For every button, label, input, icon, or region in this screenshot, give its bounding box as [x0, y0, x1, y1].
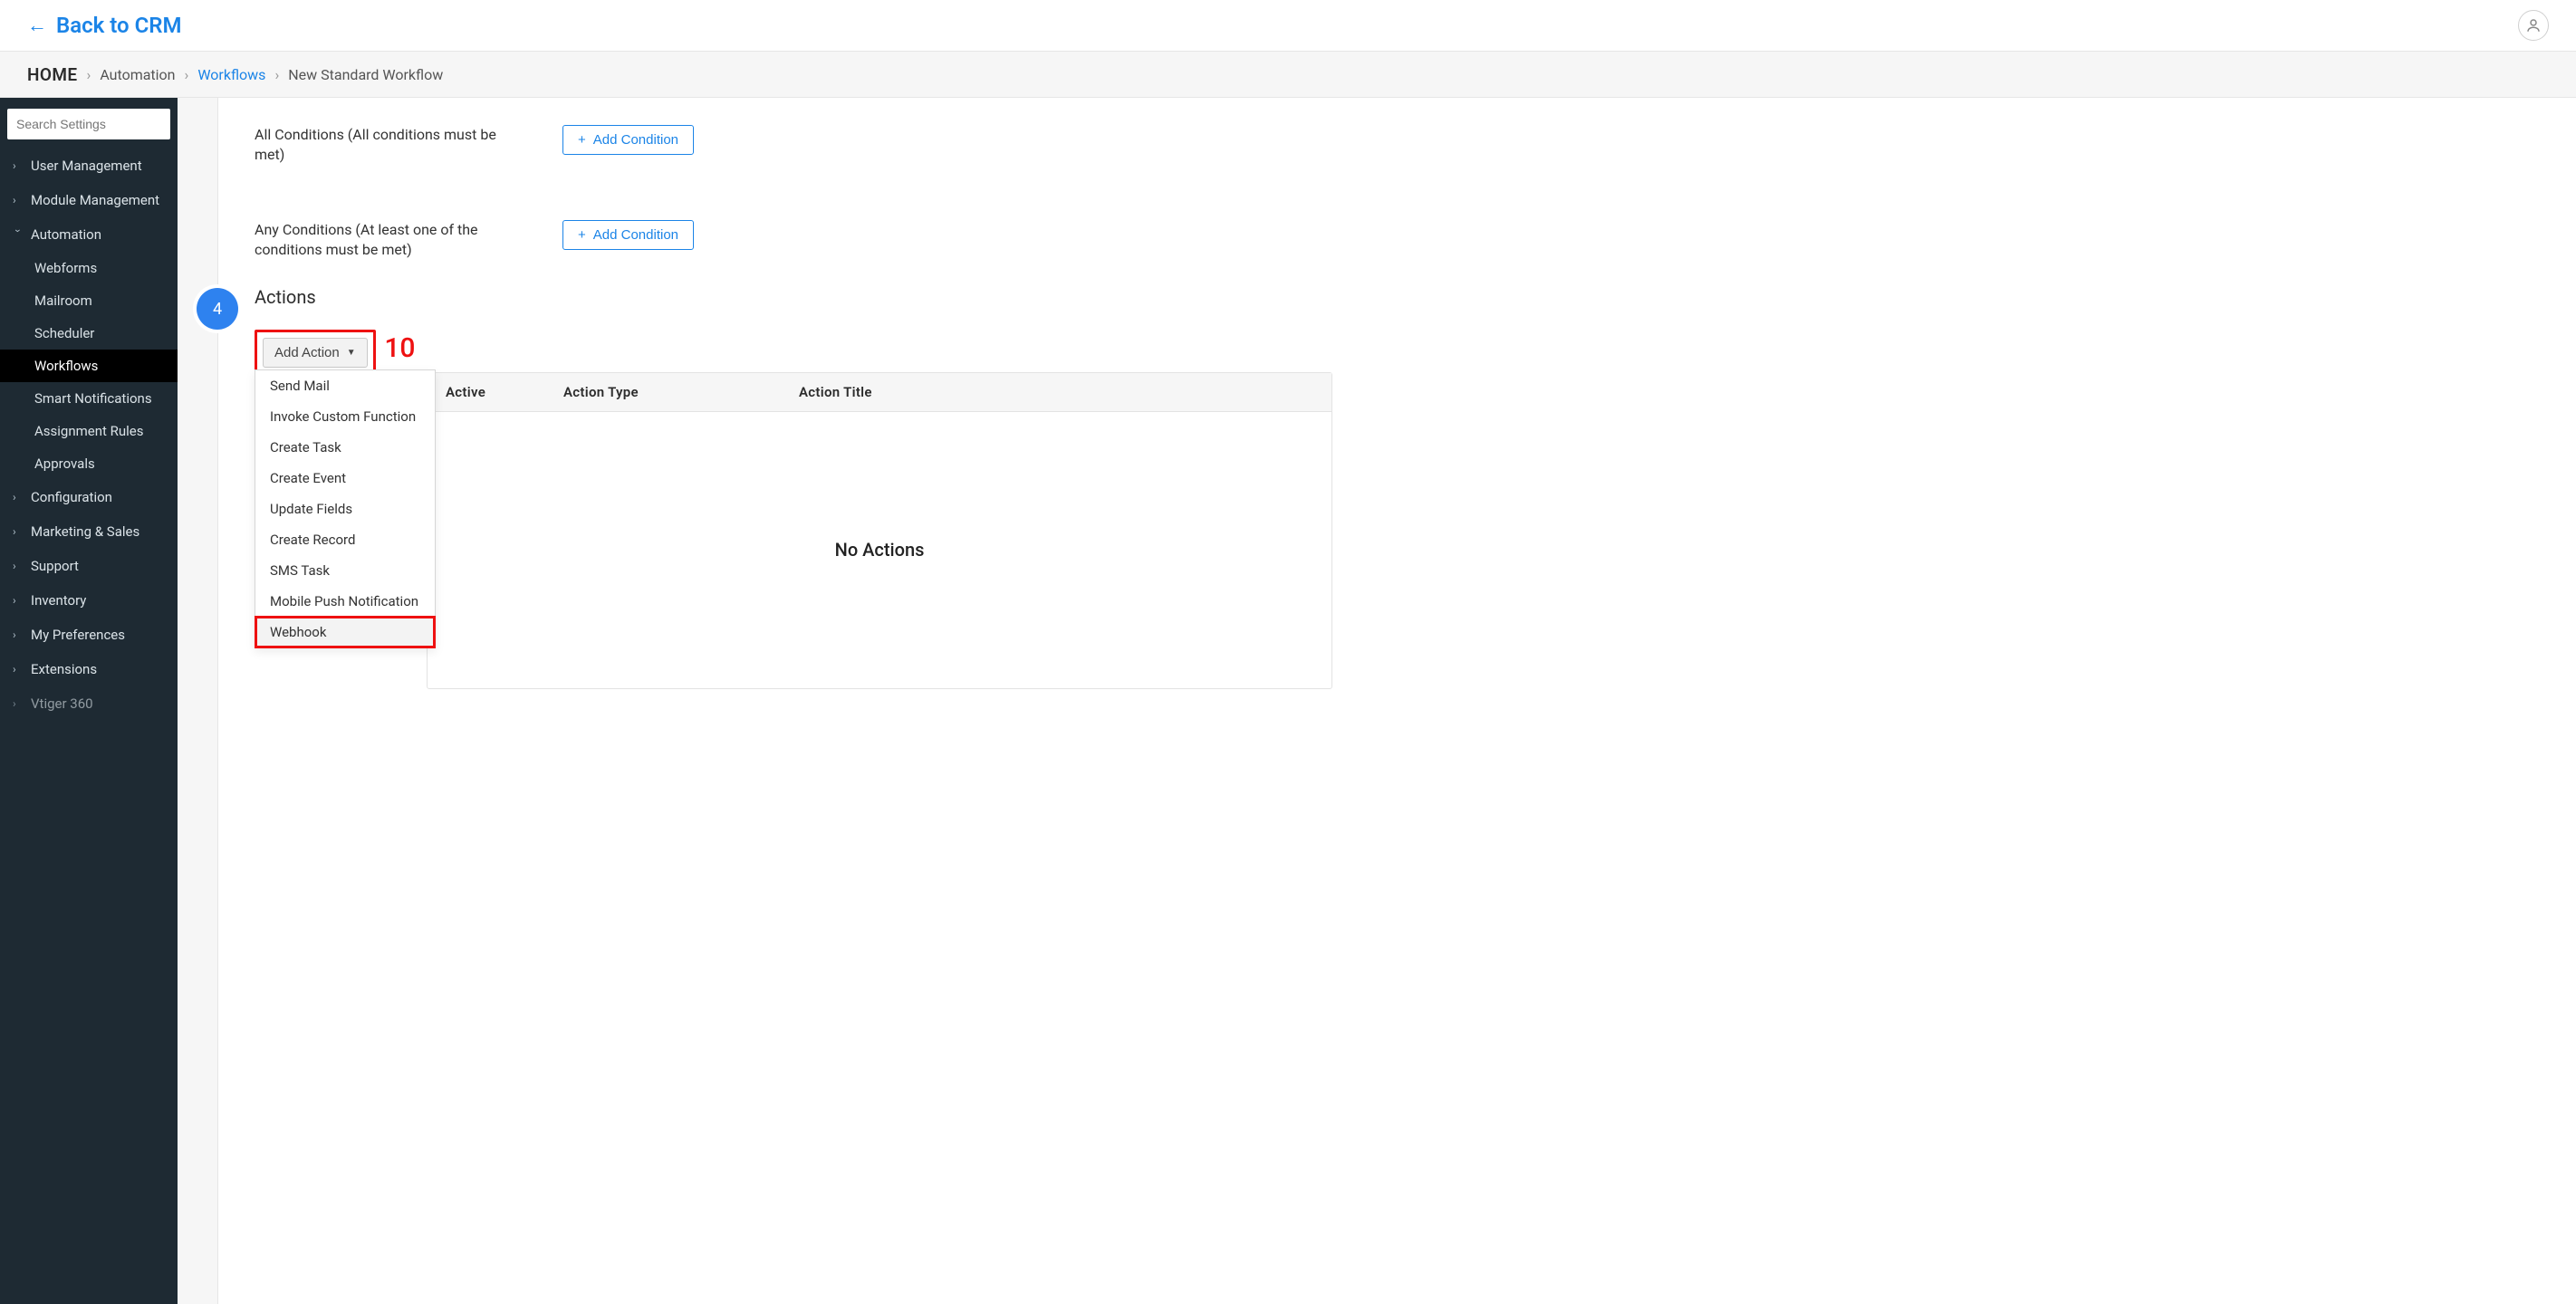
- sidebar-item-extensions[interactable]: › Extensions: [0, 652, 178, 686]
- profile-avatar[interactable]: [2518, 10, 2549, 41]
- all-conditions-label: All Conditions (All conditions must be m…: [255, 125, 508, 166]
- sidebar-item-marketing-sales[interactable]: › Marketing & Sales: [0, 514, 178, 549]
- sidebar-item-label: Marketing & Sales: [31, 523, 139, 540]
- sidebar-item-configuration[interactable]: › Configuration: [0, 480, 178, 514]
- action-option-create-record[interactable]: Create Record: [255, 524, 435, 555]
- sidebar-subitem-workflows[interactable]: Workflows: [0, 350, 178, 382]
- top-bar: ← Back to CRM: [0, 0, 2576, 51]
- shell: › User Management › Module Management › …: [0, 98, 2576, 1304]
- sidebar-item-automation[interactable]: › Automation: [0, 217, 178, 252]
- col-active-header: Active: [428, 373, 545, 411]
- chevron-down-icon: ▼: [347, 348, 356, 358]
- chevron-down-icon: ›: [12, 229, 24, 240]
- sidebar-subitem-approvals[interactable]: Approvals: [0, 447, 178, 480]
- chevron-right-icon: ›: [13, 159, 24, 172]
- sidebar-item-label: My Preferences: [31, 627, 125, 643]
- add-action-wrap: Add Action ▼ 10 Send Mail Invoke Custom …: [255, 330, 1341, 376]
- step-badge: 4: [197, 288, 238, 330]
- chevron-right-icon: ›: [87, 66, 91, 83]
- chevron-right-icon: ›: [13, 663, 24, 676]
- sidebar-subitem-assignment-rules[interactable]: Assignment Rules: [0, 415, 178, 447]
- breadcrumb-current: New Standard Workflow: [288, 66, 443, 83]
- back-to-crm-link[interactable]: ← Back to CRM: [27, 13, 182, 38]
- add-condition-any-button[interactable]: + Add Condition: [562, 220, 694, 250]
- sidebar-subitem-mailroom[interactable]: Mailroom: [0, 284, 178, 317]
- action-option-sms-task[interactable]: SMS Task: [255, 555, 435, 586]
- action-option-invoke-custom-function[interactable]: Invoke Custom Function: [255, 401, 435, 432]
- chevron-right-icon: ›: [13, 697, 24, 710]
- add-action-button[interactable]: Add Action ▼: [263, 338, 368, 368]
- action-option-create-event[interactable]: Create Event: [255, 463, 435, 494]
- all-conditions-row: All Conditions (All conditions must be m…: [255, 125, 1341, 166]
- sidebar-item-label: User Management: [31, 158, 142, 174]
- add-condition-label: Add Condition: [593, 227, 678, 243]
- actions-table-header: Active Action Type Action Title: [428, 373, 1331, 412]
- sidebar-item-label: Extensions: [31, 661, 97, 677]
- breadcrumb-automation[interactable]: Automation: [100, 66, 175, 83]
- search-settings-input[interactable]: [7, 109, 170, 139]
- actions-section-title: Actions: [255, 286, 1341, 308]
- arrow-left-icon: ←: [27, 14, 47, 37]
- chevron-right-icon: ›: [13, 594, 24, 607]
- sidebar-item-module-management[interactable]: › Module Management: [0, 183, 178, 217]
- sidebar-item-user-management[interactable]: › User Management: [0, 149, 178, 183]
- sidebar-item-vtiger-360[interactable]: › Vtiger 360: [0, 686, 178, 721]
- action-option-send-mail[interactable]: Send Mail: [255, 370, 435, 401]
- sidebar-item-label: Module Management: [31, 192, 159, 208]
- annotation-number: 10: [384, 332, 415, 364]
- chevron-right-icon: ›: [13, 491, 24, 503]
- add-action-dropdown: Send Mail Invoke Custom Function Create …: [255, 369, 436, 648]
- chevron-right-icon: ›: [13, 628, 24, 641]
- action-option-webhook[interactable]: Webhook: [255, 617, 435, 647]
- right-whitespace: [1377, 98, 2576, 1304]
- sidebar-subitem-scheduler[interactable]: Scheduler: [0, 317, 178, 350]
- sidebar-item-label: Configuration: [31, 489, 112, 505]
- add-action-label: Add Action: [274, 345, 340, 360]
- actions-table: Active Action Type Action Title No Actio…: [427, 372, 1332, 689]
- add-condition-all-button[interactable]: + Add Condition: [562, 125, 694, 155]
- sidebar-item-label: Support: [31, 558, 79, 574]
- chevron-right-icon: ›: [185, 66, 189, 83]
- breadcrumb-workflows[interactable]: Workflows: [197, 66, 265, 83]
- any-conditions-row: Any Conditions (At least one of the cond…: [255, 220, 1341, 261]
- add-condition-label: Add Condition: [593, 132, 678, 148]
- sidebar-subitem-webforms[interactable]: Webforms: [0, 252, 178, 284]
- sidebar-item-inventory[interactable]: › Inventory: [0, 583, 178, 618]
- chevron-right-icon: ›: [274, 66, 279, 83]
- action-option-create-task[interactable]: Create Task: [255, 432, 435, 463]
- chevron-right-icon: ›: [13, 560, 24, 572]
- sidebar-subitem-smart-notifications[interactable]: Smart Notifications: [0, 382, 178, 415]
- sidebar-item-label: Vtiger 360: [31, 695, 93, 712]
- plus-icon: +: [578, 227, 586, 243]
- sidebar-item-label: Automation: [31, 226, 101, 243]
- workflow-canvas: All Conditions (All conditions must be m…: [217, 98, 1377, 1304]
- action-option-update-fields[interactable]: Update Fields: [255, 494, 435, 524]
- col-type-header: Action Type: [545, 373, 781, 411]
- chevron-right-icon: ›: [13, 525, 24, 538]
- plus-icon: +: [578, 132, 586, 148]
- col-title-header: Action Title: [781, 373, 1331, 411]
- chevron-right-icon: ›: [13, 194, 24, 206]
- settings-sidebar: › User Management › Module Management › …: [0, 98, 178, 1304]
- main-panel: All Conditions (All conditions must be m…: [178, 98, 1377, 1304]
- action-option-mobile-push-notification[interactable]: Mobile Push Notification: [255, 586, 435, 617]
- back-label: Back to CRM: [56, 13, 182, 38]
- breadcrumb: HOME › Automation › Workflows › New Stan…: [0, 51, 2576, 98]
- sidebar-item-support[interactable]: › Support: [0, 549, 178, 583]
- any-conditions-label: Any Conditions (At least one of the cond…: [255, 220, 508, 261]
- sidebar-item-label: Inventory: [31, 592, 86, 609]
- breadcrumb-home[interactable]: HOME: [27, 64, 78, 85]
- user-icon: [2525, 17, 2542, 34]
- actions-table-empty: No Actions: [428, 412, 1331, 688]
- sidebar-item-my-preferences[interactable]: › My Preferences: [0, 618, 178, 652]
